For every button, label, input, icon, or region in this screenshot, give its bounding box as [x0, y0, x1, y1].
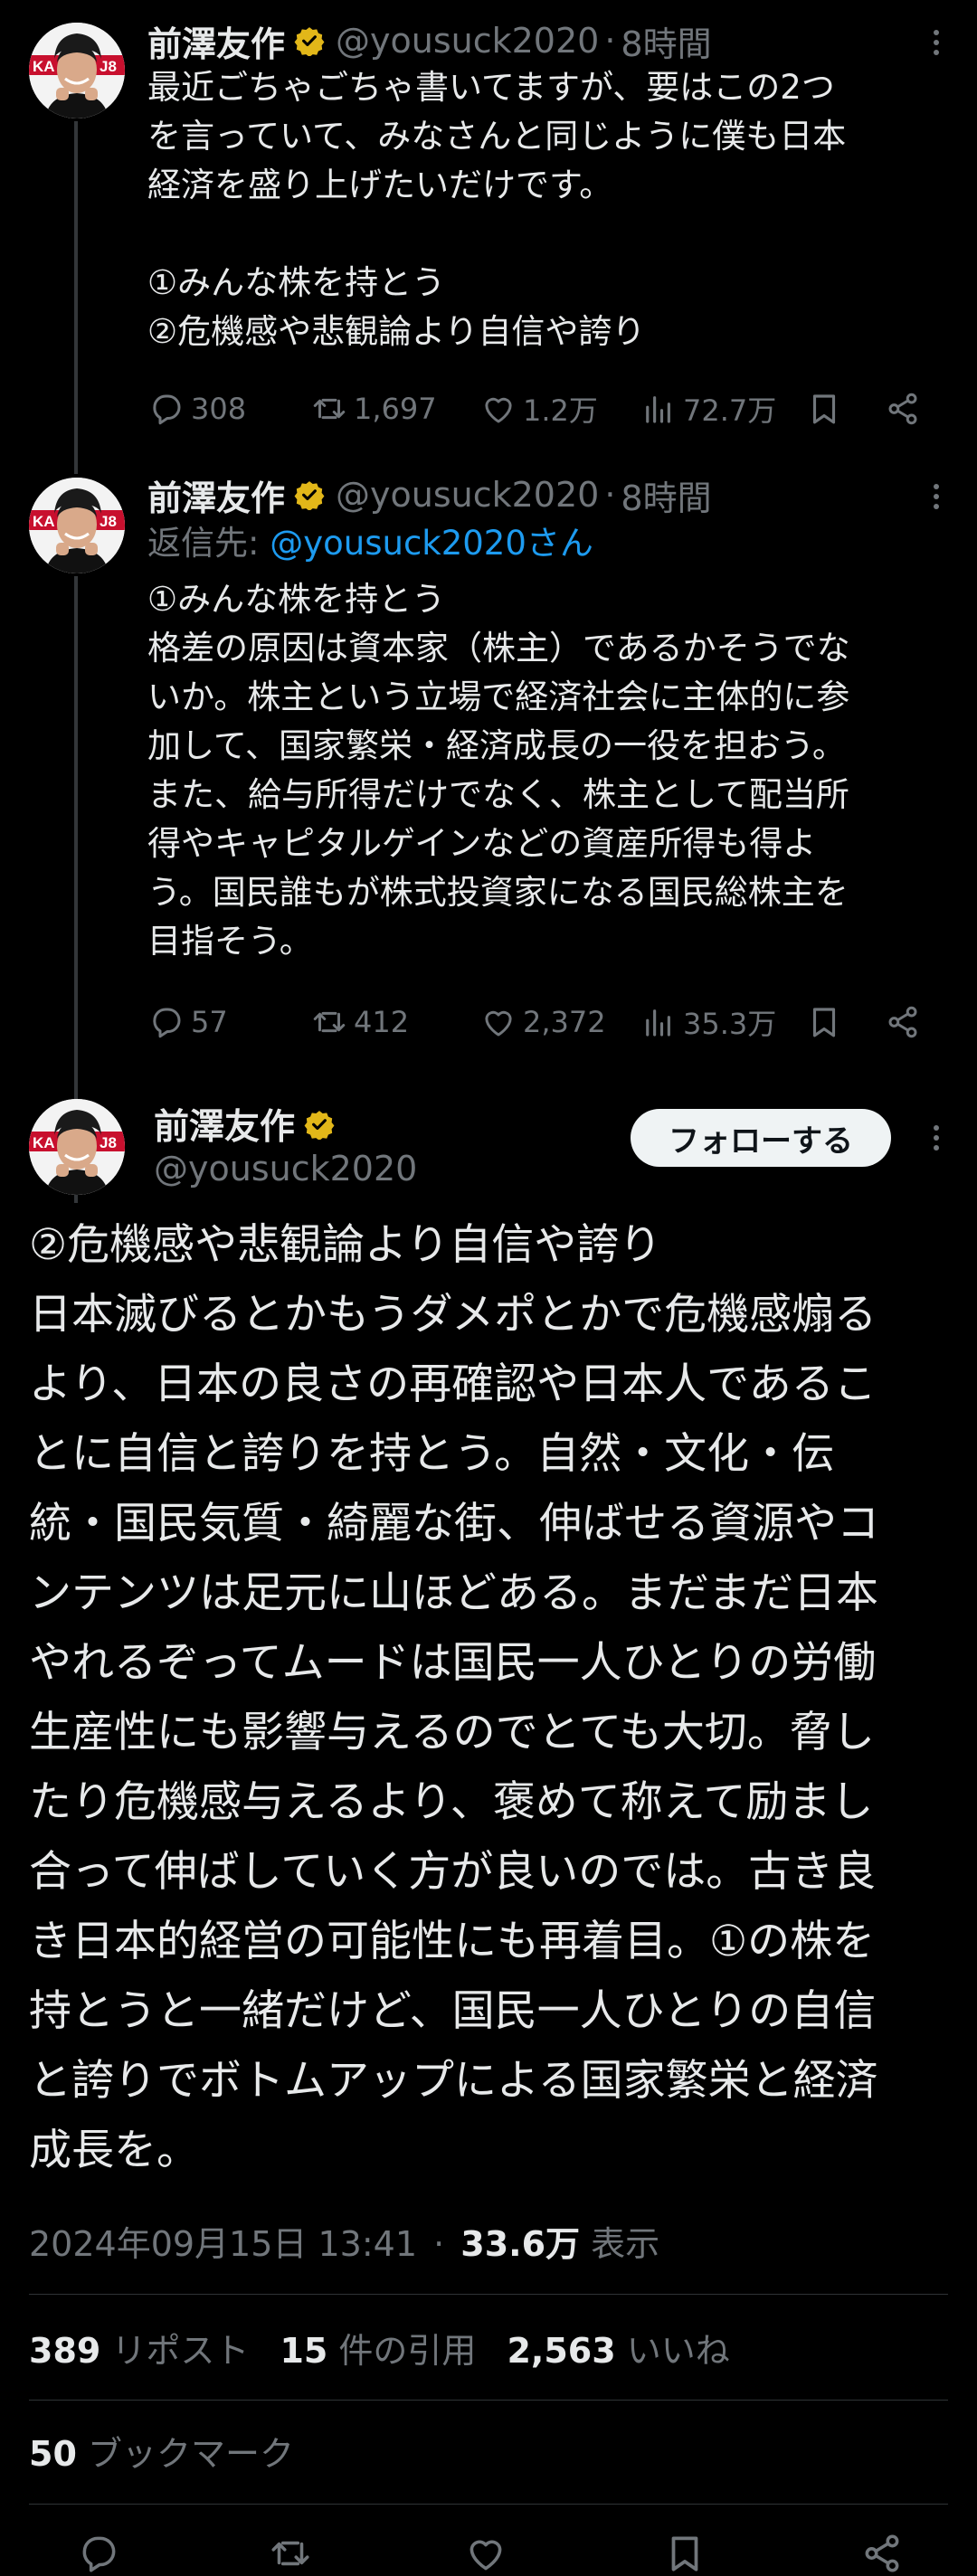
avatar[interactable] — [29, 1099, 125, 1195]
repost-count: 412 — [354, 1005, 410, 1039]
views-count: 72.7万 — [683, 393, 777, 428]
tweet-text: ①みんな株を持とう 格差の原因は資本家（株主）であるかそうでな いか。株主という… — [147, 580, 850, 961]
heart-icon — [479, 1003, 517, 1041]
tweet-header: 前澤友作 @yousuck2020 · 8時間 — [147, 16, 712, 66]
repost-icon — [310, 390, 348, 428]
divider — [29, 2400, 948, 2401]
author-handle[interactable]: @yousuck2020 — [154, 1149, 417, 1189]
reply-count: 57 — [191, 1005, 228, 1039]
tweet-meta: 2024年09月15日 13:41 · 33.6万 表示 — [29, 2216, 659, 2266]
reply-icon — [147, 390, 185, 428]
share-button[interactable] — [884, 386, 922, 431]
author-handle[interactable]: @yousuck2020 — [336, 475, 599, 515]
avatar[interactable] — [29, 478, 125, 573]
tweet-text: 最近ごちゃごちゃ書いてますが、要はこの2つ を言っていて、みなさんと同じように僕… — [147, 68, 847, 351]
thread-tweet-1[interactable]: 前澤友作 @yousuck2020 · 8時間 最近ごちゃごちゃ書いてますが、要… — [0, 0, 977, 474]
views-button[interactable]: 72.7万 — [640, 386, 776, 431]
views-count: 33.6万 — [460, 2224, 581, 2264]
repost-icon — [310, 1003, 348, 1041]
repost-button[interactable]: 1,697 — [310, 386, 437, 431]
share-icon[interactable] — [859, 2531, 905, 2576]
like-count: 1.2万 — [523, 393, 598, 428]
main-tweet: 前澤友作 @yousuck2020 フォローする ②危機感や悲観論より自信や誇り… — [0, 1094, 977, 2552]
views-button[interactable]: 35.3万 — [640, 999, 776, 1045]
engagement-stats: 389 リポスト 15 件の引用 2,563 いいね — [29, 2323, 730, 2372]
tweet-time[interactable]: 8時間 — [621, 16, 711, 66]
tweet-time[interactable]: 8時間 — [621, 470, 711, 520]
views-icon — [640, 1003, 678, 1041]
bookmark-icon — [805, 390, 843, 428]
reply-icon[interactable] — [76, 2531, 121, 2576]
views-label: 表示 — [591, 2224, 660, 2264]
repost-icon[interactable] — [268, 2531, 313, 2576]
like-count: 2,372 — [523, 1005, 606, 1039]
heart-icon[interactable] — [463, 2531, 508, 2576]
separator-dot: · — [433, 2224, 445, 2264]
author-name[interactable]: 前澤友作 — [147, 470, 285, 520]
reposts-label: リポスト — [111, 2331, 250, 2371]
verified-badge-icon — [304, 1109, 335, 1140]
bookmark-button[interactable] — [805, 999, 843, 1045]
repost-button[interactable]: 412 — [310, 999, 409, 1045]
bookmark-button[interactable] — [805, 386, 843, 431]
more-options-icon[interactable] — [923, 1120, 950, 1156]
divider — [29, 2504, 948, 2505]
reply-to-label: 返信先: — [147, 524, 270, 563]
author-name[interactable]: 前澤友作 — [147, 16, 285, 66]
repost-count: 1,697 — [354, 392, 437, 426]
reply-count: 308 — [191, 392, 247, 426]
tweet-actions: 57 412 2,372 35.3万 — [147, 999, 934, 1045]
author-name[interactable]: 前澤友作 — [154, 1099, 295, 1150]
like-button[interactable]: 1.2万 — [479, 386, 598, 431]
tweet-header: 前澤友作 @yousuck2020 · 8時間 — [147, 470, 712, 520]
reply-button[interactable]: 308 — [147, 386, 246, 431]
likes-label: いいね — [626, 2331, 730, 2371]
follow-button[interactable]: フォローする — [631, 1109, 891, 1167]
verified-badge-icon — [294, 479, 325, 510]
separator-dot: · — [604, 21, 616, 61]
share-icon — [884, 390, 922, 428]
more-options-icon[interactable] — [923, 24, 950, 61]
views-count: 35.3万 — [683, 1007, 777, 1041]
heart-icon — [479, 390, 517, 428]
more-options-icon[interactable] — [923, 478, 950, 515]
tweet-text: ②危機感や悲観論より自信や誇り 日本滅びるとかもうダメポとかで危機感煽る より、… — [29, 1220, 879, 2175]
author-handle[interactable]: @yousuck2020 — [336, 21, 599, 61]
quotes-stat[interactable]: 15 件の引用 — [280, 2331, 476, 2371]
share-button[interactable] — [884, 999, 922, 1045]
bookmark-icon — [805, 1003, 843, 1041]
reposts-stat[interactable]: 389 リポスト — [29, 2331, 249, 2371]
bookmark-icon[interactable] — [662, 2531, 707, 2576]
author-name-row: 前澤友作 — [154, 1101, 346, 1148]
share-icon — [884, 1003, 922, 1041]
tweet-actions: 308 1,697 1.2万 72.7万 — [147, 386, 934, 431]
timestamp[interactable]: 2024年09月15日 13:41 — [29, 2224, 417, 2264]
reply-to-line: 返信先: @yousuck2020さん — [147, 519, 593, 568]
likes-count: 2,563 — [507, 2331, 616, 2371]
thread-tweet-2[interactable]: 前澤友作 @yousuck2020 · 8時間 返信先: @yousuck202… — [0, 461, 977, 1203]
like-button[interactable]: 2,372 — [479, 999, 606, 1045]
bookmarks-label: ブックマーク — [87, 2434, 294, 2474]
likes-stat[interactable]: 2,563 いいね — [507, 2331, 729, 2371]
views-icon — [640, 390, 678, 428]
bookmarks-count: 50 — [29, 2434, 77, 2474]
reply-to-mention-link[interactable]: @yousuck2020さん — [270, 524, 593, 563]
reply-icon — [147, 1003, 185, 1041]
reply-button[interactable]: 57 — [147, 999, 228, 1045]
quotes-count: 15 — [280, 2331, 328, 2371]
avatar[interactable] — [29, 23, 125, 118]
verified-badge-icon — [294, 25, 325, 56]
quotes-label: 件の引用 — [338, 2331, 477, 2371]
divider — [29, 2294, 948, 2295]
separator-dot: · — [604, 475, 616, 515]
bookmarks-stat[interactable]: 50 ブックマーク — [29, 2426, 294, 2476]
thread-connector — [74, 121, 78, 474]
reposts-count: 389 — [29, 2331, 101, 2371]
main-tweet-actions — [0, 2524, 977, 2552]
